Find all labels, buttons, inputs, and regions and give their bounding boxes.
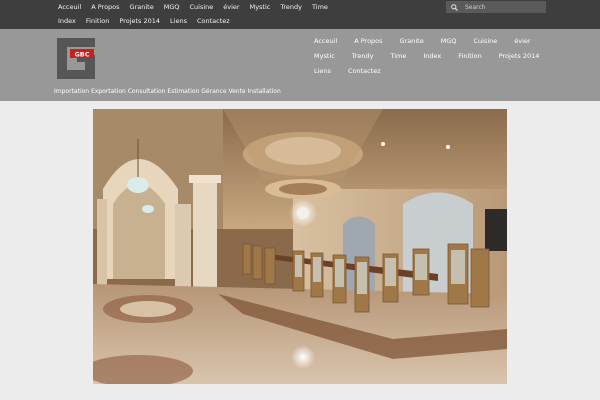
main-nav-item-projets-2014[interactable]: Projets 2014: [499, 52, 540, 60]
main-nav-item-index[interactable]: Index: [423, 52, 441, 60]
top-navigation: Acceuil A Propos Granite MGQ Cuisine évi…: [54, 0, 434, 28]
top-nav-row-2: Index Finition Projets 2014 Liens Contac…: [54, 14, 434, 28]
main-nav-item-contactez[interactable]: Contactez: [348, 67, 381, 75]
main-nav-item-trendy[interactable]: Trendy: [352, 52, 374, 60]
main-nav-row-1: Acceuil A Propos Granite MGQ Cuisine évi…: [314, 33, 564, 48]
main-nav-item-time[interactable]: Time: [390, 52, 406, 60]
top-nav-item-finition[interactable]: Finition: [86, 17, 109, 25]
top-nav-item-time[interactable]: Time: [312, 3, 328, 11]
main-nav-item-liens[interactable]: Liens: [314, 67, 331, 75]
top-nav-item-index[interactable]: Index: [58, 17, 76, 25]
top-nav-item-cuisine[interactable]: Cuisine: [189, 3, 213, 11]
main-nav-item-mgq[interactable]: MGQ: [441, 37, 457, 45]
gbc-logo[interactable]: GBC: [57, 38, 95, 79]
top-nav-item-granite[interactable]: Granite: [130, 3, 154, 11]
search-icon: [451, 3, 458, 11]
tagline: Importation Exportation Consultation Est…: [54, 88, 281, 95]
main-nav-row-3: Liens Contactez: [314, 63, 564, 78]
search-placeholder: Search: [465, 3, 486, 11]
search-input[interactable]: Search: [446, 1, 546, 13]
main-nav-item-cuisine[interactable]: Cuisine: [473, 37, 497, 45]
top-nav-item-projets-2014[interactable]: Projets 2014: [119, 17, 160, 25]
top-nav-item-mystic[interactable]: Mystic: [250, 3, 271, 11]
top-nav-item-contactez[interactable]: Contactez: [197, 17, 230, 25]
site-header: GBC Importation Exportation Consultation…: [0, 29, 600, 101]
main-nav-item-finition[interactable]: Finition: [458, 52, 481, 60]
top-nav-item-acceuil[interactable]: Acceuil: [58, 3, 81, 11]
main-nav-item-evier[interactable]: évier: [514, 37, 530, 45]
main-nav-item-granite[interactable]: Granite: [400, 37, 424, 45]
top-nav-item-evier[interactable]: évier: [223, 3, 239, 11]
main-nav-row-2: Mystic Trendy Time Index Finition Projet…: [314, 48, 564, 63]
main-nav-item-acceuil[interactable]: Acceuil: [314, 37, 337, 45]
main-nav-item-mystic[interactable]: Mystic: [314, 52, 335, 60]
dining-room-photo: [93, 109, 507, 384]
top-nav-item-liens[interactable]: Liens: [170, 17, 187, 25]
top-nav-row-1: Acceuil A Propos Granite MGQ Cuisine évi…: [54, 0, 434, 14]
main-nav-item-a-propos[interactable]: A Propos: [354, 37, 382, 45]
top-bar: Acceuil A Propos Granite MGQ Cuisine évi…: [0, 0, 600, 29]
main-navigation: Acceuil A Propos Granite MGQ Cuisine évi…: [314, 33, 564, 78]
top-nav-item-mgq[interactable]: MGQ: [164, 3, 180, 11]
top-nav-item-trendy[interactable]: Trendy: [280, 3, 302, 11]
logo-text: GBC: [74, 50, 89, 58]
hero-image: [93, 109, 507, 384]
top-nav-item-a-propos[interactable]: A Propos: [91, 3, 119, 11]
